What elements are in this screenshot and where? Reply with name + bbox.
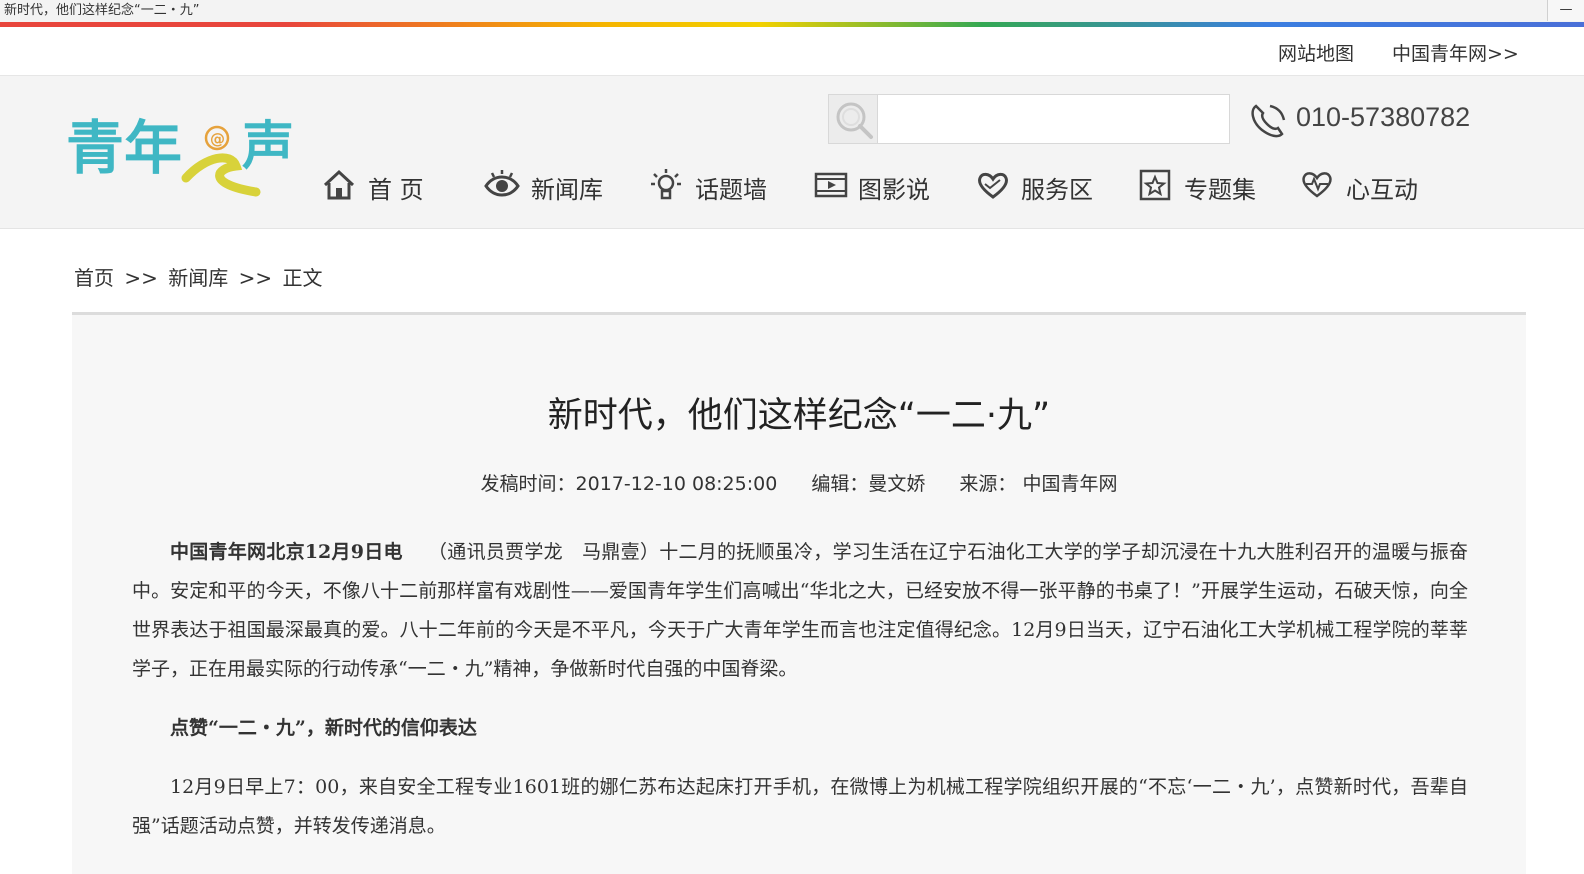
svg-text:声: 声: [242, 117, 294, 177]
top-links-bar: 网站地图 中国青年网>>: [0, 27, 1584, 76]
search-box: [828, 94, 1230, 144]
nav-item-label: 心互动: [1346, 176, 1418, 204]
nav-item-topics[interactable]: 话题墙: [650, 164, 780, 210]
film-icon: [814, 172, 848, 198]
nav-item-home[interactable]: 首 页: [322, 164, 442, 210]
article-paragraph: 中国青年网北京12月9日电 （通讯员贾学龙 马鼎壹）十二月的抚顺虽冷，学习生活在…: [132, 533, 1468, 689]
article-title: 新时代，他们这样纪念“一二·九”: [547, 396, 1051, 436]
nav-item-label: 专题集: [1184, 176, 1256, 204]
editor: 编辑：曼文娇: [811, 473, 926, 495]
nav-item-news[interactable]: 新闻库: [484, 164, 614, 210]
article-body: 中国青年网北京12月9日电 （通讯员贾学龙 马鼎壹）十二月的抚顺虽冷，学习生活在…: [132, 533, 1468, 846]
breadcrumb-home[interactable]: 首页: [74, 266, 114, 290]
site-logo[interactable]: 青年 @ 声: [66, 104, 316, 204]
nav-item-label: 图影说: [858, 176, 930, 204]
nav-item-label: 首 页: [368, 176, 424, 204]
nav-item-label: 新闻库: [531, 176, 603, 204]
nav-item-specials[interactable]: 专题集: [1138, 164, 1268, 210]
minimize-button[interactable]: —: [1547, 0, 1584, 21]
breadcrumb-news[interactable]: 新闻库: [168, 266, 228, 290]
heart-hands-icon: [978, 172, 1008, 199]
home-icon: [323, 169, 355, 200]
window-title: 新时代，他们这样纪念“一二・九”: [4, 3, 200, 18]
nav-item-label: 话题墙: [695, 176, 767, 204]
svg-text:青年: 青年: [66, 114, 182, 182]
breadcrumb-separator: >>: [124, 266, 158, 290]
svg-text:@: @: [210, 130, 225, 148]
dateline: 中国青年网北京12月9日电: [170, 541, 403, 563]
heartbeat-icon: [1302, 172, 1332, 198]
search-input[interactable]: [881, 101, 1225, 137]
lightbulb-icon: [651, 169, 681, 200]
search-icon: [836, 102, 873, 139]
breadcrumb: 首页 >> 新闻库 >> 正文: [74, 262, 326, 291]
phone-icon: [1251, 104, 1286, 138]
sitemap-link[interactable]: 网站地图: [1278, 39, 1354, 66]
source: 来源： 中国青年网: [959, 473, 1118, 495]
cyol-link[interactable]: 中国青年网>>: [1392, 39, 1519, 66]
article-paragraph: 12月9日早上7：00，来自安全工程专业1601班的娜仁苏布达起床打开手机，在微…: [132, 776, 1468, 837]
search-button[interactable]: [829, 95, 878, 143]
nav-item-interaction[interactable]: 心互动: [1300, 164, 1430, 210]
article-meta: 发稿时间：2017-12-10 08:25:00 编辑：曼文娇 来源： 中国青年…: [72, 469, 1526, 496]
window-titlebar: 新时代，他们这样纪念“一二・九” —: [0, 0, 1584, 22]
nav-item-label: 服务区: [1021, 176, 1093, 204]
eye-icon: [484, 170, 520, 197]
nav-item-media[interactable]: 图影说: [814, 164, 944, 210]
article: 新时代，他们这样纪念“一二·九” 发稿时间：2017-12-10 08:25:0…: [72, 315, 1526, 874]
nav-item-service[interactable]: 服务区: [976, 164, 1106, 210]
article-subheading: 点赞“一二・九”，新时代的信仰表达: [170, 717, 477, 739]
breadcrumb-separator: >>: [238, 266, 273, 290]
hotline-number: 010-57380782: [1296, 102, 1471, 132]
star-box-icon: [1139, 169, 1171, 201]
breadcrumb-current: 正文: [282, 266, 323, 290]
publish-time: 发稿时间：2017-12-10 08:25:00: [480, 473, 778, 495]
